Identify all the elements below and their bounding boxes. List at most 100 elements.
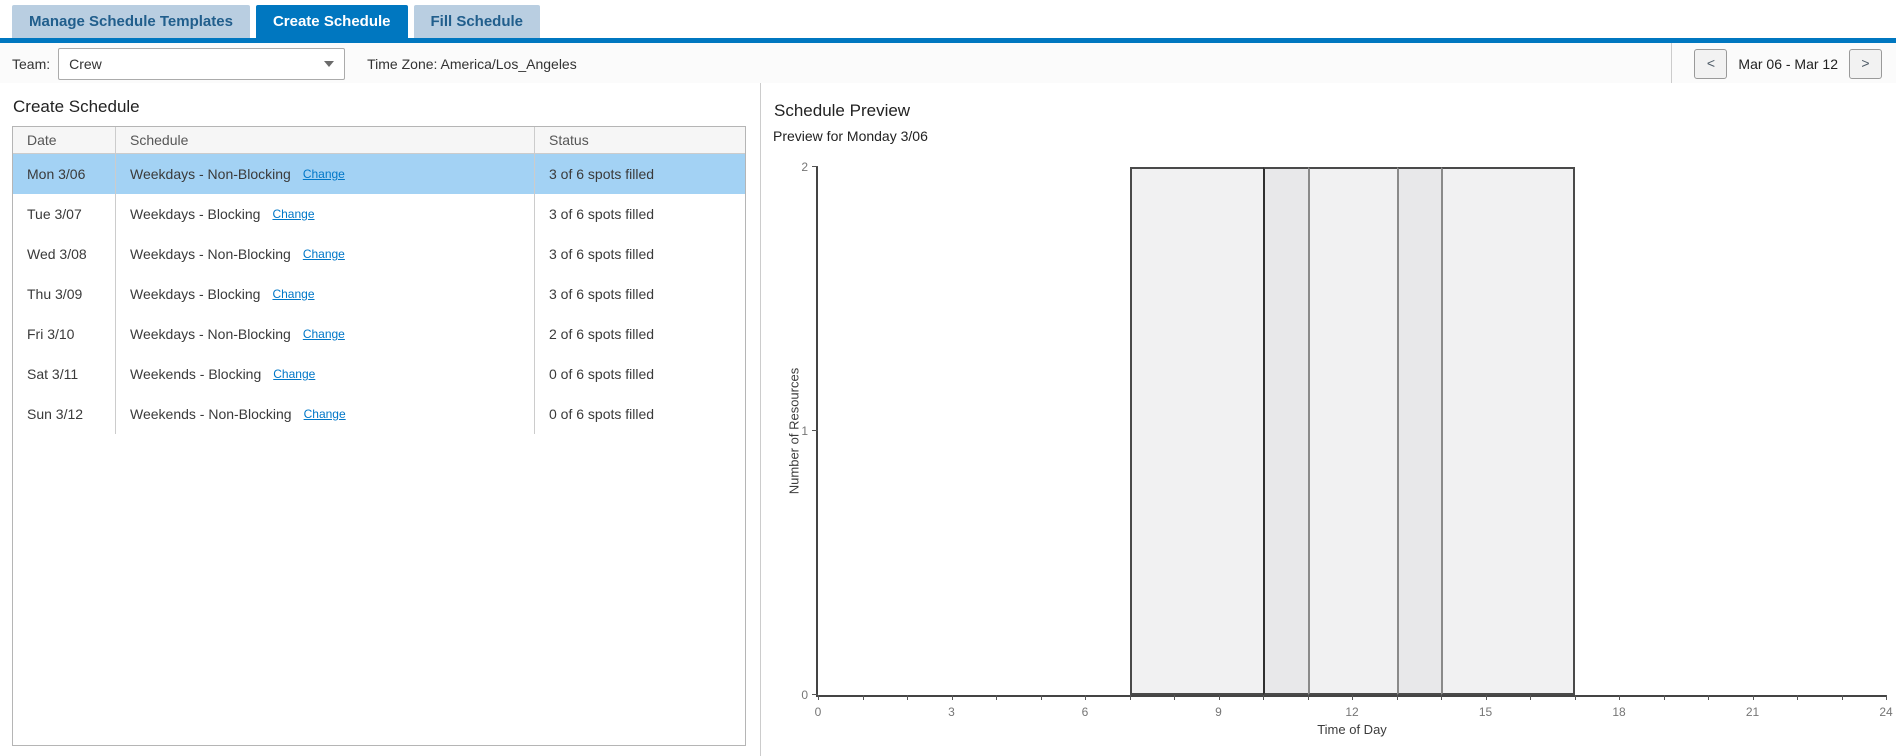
schedule-template-name: Weekdays - Non-Blocking (130, 326, 291, 342)
team-select-value: Crew (69, 56, 102, 72)
team-label: Team: (12, 56, 50, 72)
x-axis-tick (1842, 695, 1843, 700)
tab-fill-schedule[interactable]: Fill Schedule (414, 5, 541, 38)
row-status: 3 of 6 spots filled (535, 234, 745, 274)
timezone-label: Time Zone: (367, 56, 437, 72)
x-axis-tick (1441, 695, 1442, 700)
x-axis-tick (1575, 695, 1576, 700)
x-axis-tick (1174, 695, 1175, 700)
table-row[interactable]: Fri 3/10 Weekdays - Non-Blocking Change 2 o… (13, 314, 745, 354)
row-schedule: Weekdays - Non-Blocking Change (116, 314, 535, 354)
change-link[interactable]: Change (272, 207, 314, 221)
previous-week-button[interactable]: < (1694, 49, 1727, 79)
x-axis-tick-label: 6 (1082, 705, 1089, 719)
schedule-template-name: Weekends - Blocking (130, 366, 261, 382)
x-axis-tick-label: 15 (1479, 705, 1492, 719)
change-link[interactable]: Change (303, 247, 345, 261)
x-axis-tick (1130, 695, 1131, 700)
schedule-template-name: Weekdays - Blocking (130, 286, 260, 302)
x-axis-tick-label: 9 (1215, 705, 1222, 719)
table-row[interactable]: Wed 3/08 Weekdays - Non-Blocking Change 3 o… (13, 234, 745, 274)
table-header-row: Date Schedule Status (13, 127, 745, 154)
x-axis-tick (1708, 695, 1709, 700)
create-schedule-panel: Create Schedule Date Schedule Status Mon… (0, 83, 760, 756)
x-axis-tick-label: 18 (1612, 705, 1625, 719)
tab-manage-schedule-templates[interactable]: Manage Schedule Templates (12, 5, 250, 38)
x-axis-tick (863, 695, 864, 700)
x-axis-tick (1486, 695, 1487, 700)
x-axis-tick (1085, 695, 1086, 700)
date-navigation: < Mar 06 - Mar 12 > (1671, 43, 1896, 84)
schedule-bar-segment (1397, 167, 1442, 695)
x-axis-tick (996, 695, 997, 700)
x-axis-tick (1219, 695, 1220, 700)
chart-y-axis-label: Number of Resources (787, 368, 802, 494)
table-row[interactable]: Mon 3/06Weekdays - Non-BlockingChange3 o… (13, 154, 745, 194)
tab-bar: Manage Schedule Templates Create Schedul… (0, 0, 1896, 43)
row-status: 3 of 6 spots filled (535, 274, 745, 314)
y-axis-tick-label: 1 (801, 424, 808, 438)
row-date: Mon 3/06 (13, 154, 116, 194)
change-link[interactable]: Change (273, 367, 315, 381)
content-area: Create Schedule Date Schedule Status Mon… (0, 83, 1896, 756)
row-schedule: Weekdays - Blocking Change (116, 274, 535, 314)
row-schedule: Weekdays - Non-Blocking Change (116, 234, 535, 274)
x-axis-tick (1263, 695, 1264, 700)
column-header-date: Date (13, 127, 116, 153)
x-axis-tick (1753, 695, 1754, 700)
schedule-bar-segment (1263, 167, 1308, 695)
y-axis-tick (812, 166, 818, 167)
x-axis-tick-label: 24 (1879, 705, 1892, 719)
chart-x-axis-label: Time of Day (1317, 722, 1387, 737)
x-axis-tick (1530, 695, 1531, 700)
column-header-schedule: Schedule (116, 127, 535, 153)
table-row[interactable]: Thu 3/09 Weekdays - Blocking Change 3 of 6 … (13, 274, 745, 314)
x-axis-tick-label: 0 (815, 705, 822, 719)
row-date: Thu 3/09 (13, 274, 116, 314)
y-axis-tick (812, 694, 818, 695)
y-axis-tick-label: 2 (801, 160, 808, 174)
schedule-template-name: Weekends - Non-Blocking (130, 406, 292, 422)
row-status: 0 of 6 spots filled (535, 354, 745, 394)
x-axis-tick (1352, 695, 1353, 700)
x-axis-tick (1041, 695, 1042, 700)
x-axis-tick (952, 695, 953, 700)
schedule-preview-title: Schedule Preview (774, 101, 1896, 121)
create-schedule-title: Create Schedule (13, 97, 746, 117)
row-status: 2 of 6 spots filled (535, 314, 745, 354)
table-row[interactable]: Sun 3/12Weekends - Non-BlockingChange0 o… (13, 394, 745, 434)
preview-subtitle: Preview for Monday 3/06 (773, 128, 1896, 144)
schedule-template-name: Weekdays - Blocking (130, 206, 260, 222)
change-link[interactable]: Change (272, 287, 314, 301)
x-axis-tick (1797, 695, 1798, 700)
row-date: Wed 3/08 (13, 234, 116, 274)
change-link[interactable]: Change (304, 407, 346, 421)
x-axis-tick (1886, 695, 1887, 700)
row-date: Fri 3/10 (13, 314, 116, 354)
schedule-template-name: Weekdays - Non-Blocking (130, 246, 291, 262)
table-row[interactable]: Sat 3/11Weekends - BlockingChange0 of 6 … (13, 354, 745, 394)
y-axis-tick-label: 0 (801, 688, 808, 702)
date-range-label: Mar 06 - Mar 12 (1738, 56, 1838, 72)
row-schedule: Weekdays - Blocking Change (116, 194, 535, 234)
row-date: Tue 3/07 (13, 194, 116, 234)
row-status: 0 of 6 spots filled (535, 394, 745, 434)
next-week-button[interactable]: > (1849, 49, 1882, 79)
timezone-value: America/Los_Angeles (441, 56, 577, 72)
change-link[interactable]: Change (303, 167, 345, 181)
row-schedule: Weekdays - Non-BlockingChange (116, 154, 535, 194)
x-axis-tick-label: 12 (1345, 705, 1358, 719)
row-status: 3 of 6 spots filled (535, 154, 745, 194)
row-schedule: Weekends - Non-Blocking Change (116, 394, 535, 434)
change-link[interactable]: Change (303, 327, 345, 341)
x-axis-tick (1397, 695, 1398, 700)
team-select[interactable]: Crew (58, 48, 345, 80)
schedule-bar-segment (1441, 167, 1575, 695)
table-row[interactable]: Tue 3/07 Weekdays - Blocking Change 3 of 6 … (13, 194, 745, 234)
schedule-bar-segment (1130, 167, 1264, 695)
x-axis-tick-label: 21 (1746, 705, 1759, 719)
row-status: 3 of 6 spots filled (535, 194, 745, 234)
tab-create-schedule[interactable]: Create Schedule (256, 5, 408, 38)
schedule-table: Date Schedule Status Mon 3/06Weekdays - … (12, 126, 746, 746)
row-schedule: Weekends - Blocking Change (116, 354, 535, 394)
